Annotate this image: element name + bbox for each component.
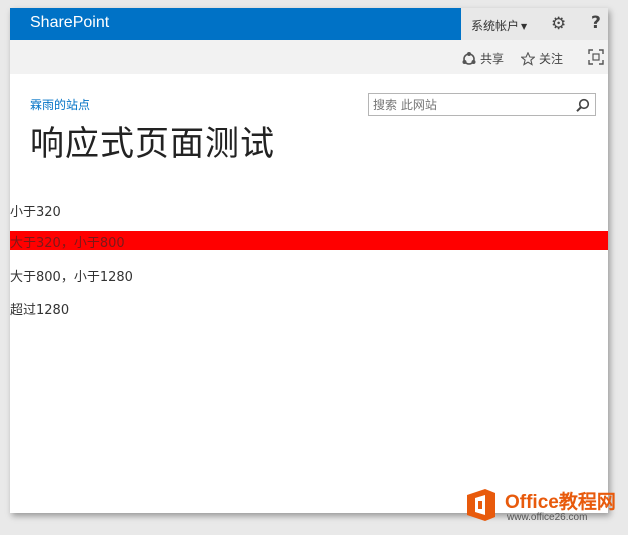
watermark-logo: Office教程网 www.office26.com	[463, 483, 623, 529]
account-menu[interactable]: 系统帐户 ▼	[471, 17, 527, 34]
suite-bar-right: 系统帐户 ▼ ⚙ ?	[461, 8, 608, 40]
help-icon[interactable]: ?	[591, 13, 601, 33]
chevron-down-icon: ▼	[521, 22, 528, 31]
star-icon	[520, 51, 536, 66]
gear-icon[interactable]: ⚙	[551, 14, 566, 34]
focus-icon	[588, 49, 604, 65]
share-label: 共享	[480, 52, 505, 66]
account-label: 系统帐户	[471, 19, 520, 33]
share-icon	[462, 52, 476, 65]
sharepoint-brand-link[interactable]: SharePoint	[30, 14, 109, 32]
watermark-url: www.office26.com	[507, 512, 588, 523]
page-title: 响应式页面测试	[30, 124, 275, 164]
highlight-band: 大于320，小于800	[10, 231, 608, 251]
follow-button[interactable]: 关注	[520, 50, 564, 67]
focus-content-button[interactable]	[588, 49, 608, 65]
search-input[interactable]	[373, 96, 569, 113]
watermark-brand: Office教程网	[505, 492, 616, 513]
search-box	[368, 93, 596, 116]
content-line-2: 大于320，小于800	[10, 236, 125, 251]
share-button[interactable]: 共享	[462, 50, 504, 67]
content-line-3: 大于800，小于1280	[10, 270, 133, 285]
search-icon[interactable]	[576, 97, 590, 116]
content-line-4: 超过1280	[10, 303, 70, 318]
site-title-link[interactable]: 霖雨的站点	[30, 96, 90, 113]
follow-label: 关注	[539, 52, 564, 66]
suite-bar: SharePoint 系统帐户 ▼ ⚙ ?	[10, 8, 608, 40]
page: SharePoint 系统帐户 ▼ ⚙ ? 共享 关注 霖雨的站点 响应式页面测…	[10, 8, 608, 513]
content-line-1: 小于320	[10, 205, 61, 220]
ribbon-bar: 共享 关注	[10, 40, 608, 74]
office-logo-icon	[467, 489, 495, 521]
